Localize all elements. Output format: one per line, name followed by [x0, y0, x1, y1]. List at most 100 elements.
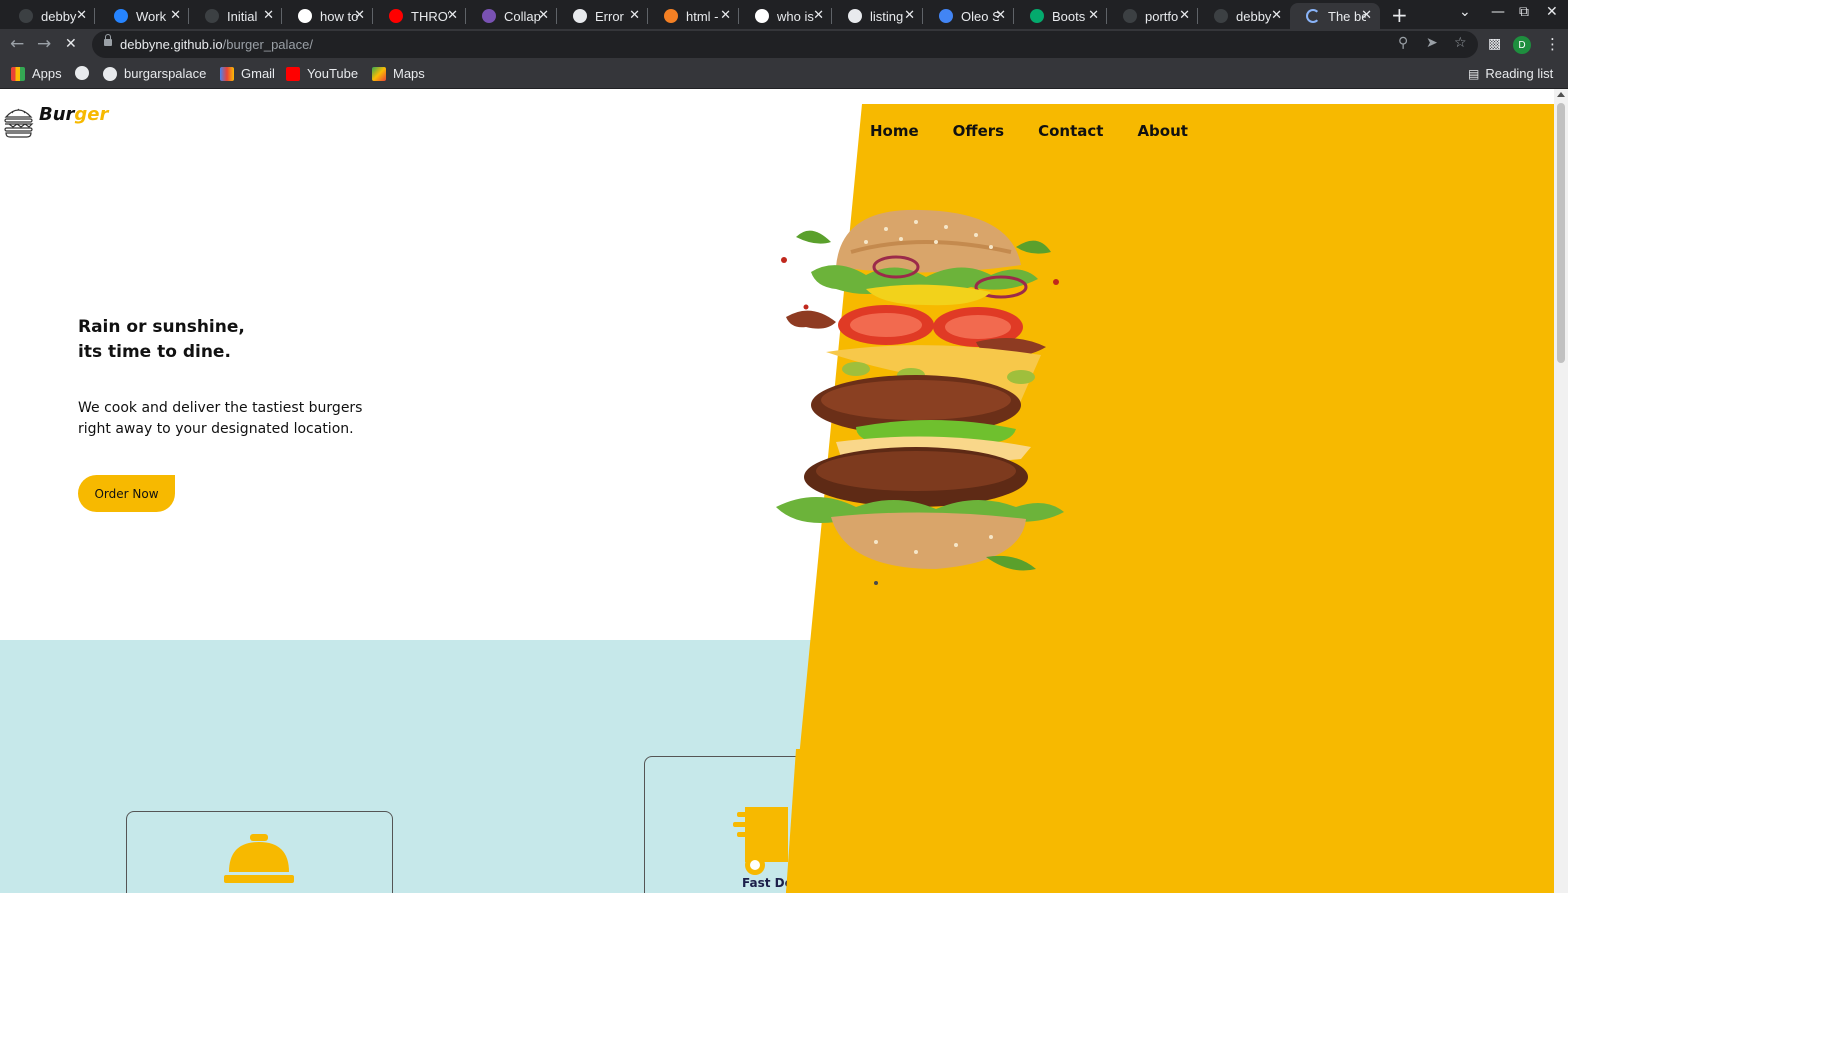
tab-title: Collap: [504, 8, 541, 24]
tab-title: portfo: [1145, 8, 1179, 24]
page-scrollbar[interactable]: [1554, 89, 1568, 893]
tab-title: Boots: [1052, 8, 1086, 24]
zoom-icon[interactable]: ⚲: [1398, 35, 1408, 51]
bookmark-star-icon[interactable]: ☆: [1454, 35, 1467, 51]
tab-separator: [94, 8, 95, 24]
bookmark-item[interactable]: [75, 66, 96, 80]
fast-delivery-label: Fast De: [742, 876, 793, 890]
bookmark-label: Gmail: [241, 66, 275, 81]
order-now-button[interactable]: Order Now: [78, 475, 175, 512]
web-page: Burger Home Offers Contact About Rain or…: [0, 89, 1568, 893]
tab-close-icon[interactable]: ✕: [263, 7, 274, 23]
tab-close-icon[interactable]: ✕: [447, 7, 458, 23]
stackoverflow-icon: [664, 9, 678, 23]
bookmark-item[interactable]: burgarspalace: [103, 66, 206, 81]
globe-icon: [848, 9, 862, 23]
tab-close-icon[interactable]: ✕: [629, 7, 640, 23]
address-bar[interactable]: debbyne.github.io/burger_palace/ ⚲ ➤ ☆: [92, 31, 1478, 58]
browser-tab[interactable]: who is ✕: [739, 3, 832, 29]
browser-tab[interactable]: The be ✕: [1290, 3, 1380, 29]
github-icon: [19, 9, 33, 23]
tab-title: Initial: [227, 8, 258, 24]
tab-close-icon[interactable]: ✕: [1271, 7, 1282, 23]
bookmark-item[interactable]: YouTube: [286, 66, 358, 81]
menu-dots-icon[interactable]: ⋮: [1545, 35, 1560, 53]
google-fonts-icon: [939, 9, 953, 23]
tab-close-icon[interactable]: ✕: [1361, 7, 1372, 23]
browser-tab[interactable]: listing ✕: [832, 3, 923, 29]
tab-close-icon[interactable]: ✕: [76, 7, 87, 23]
forward-button[interactable]: →: [37, 34, 51, 54]
google-icon: [298, 9, 312, 23]
profile-avatar[interactable]: D: [1513, 36, 1531, 54]
globe-icon: [75, 66, 89, 80]
tab-close-icon[interactable]: ✕: [170, 7, 181, 23]
scroll-thumb[interactable]: [1557, 103, 1565, 363]
bookmarks-bar: Apps burgarspalace Gmail YouTube Maps ▤ Read…: [0, 60, 1568, 89]
delivery-scooter-icon: [733, 807, 788, 875]
youtube-icon: [286, 66, 300, 81]
browser-tab[interactable]: Collap ✕: [466, 3, 557, 29]
logo-text: Burger: [39, 103, 109, 125]
google-icon: [755, 9, 769, 23]
browser-tab[interactable]: Boots ✕: [1014, 3, 1107, 29]
globe-icon: [573, 9, 587, 23]
minimize-button[interactable]: —: [1491, 4, 1505, 20]
reading-list-button[interactable]: ▤ Reading list: [1468, 66, 1553, 81]
nav-home[interactable]: Home: [870, 122, 919, 140]
github-icon: [1214, 9, 1228, 23]
browser-toolbar: ← → ✕ debbyne.github.io/burger_palace/ ⚲…: [0, 29, 1568, 60]
nav-offers[interactable]: Offers: [953, 122, 1004, 140]
tab-close-icon[interactable]: ✕: [995, 7, 1006, 23]
bookmark-item[interactable]: Gmail: [220, 66, 275, 81]
tab-title: Error: [595, 8, 624, 24]
browser-tab[interactable]: how to ✕: [282, 3, 373, 29]
close-window-button[interactable]: ✕: [1546, 4, 1558, 20]
new-tab-button[interactable]: +: [1391, 3, 1408, 27]
bookmark-label: Maps: [393, 66, 425, 81]
nav-about[interactable]: About: [1137, 122, 1188, 140]
browser-tab[interactable]: portfo ✕: [1107, 3, 1198, 29]
tab-title: html -: [686, 8, 719, 24]
browser-tab[interactable]: THROW✕: [373, 3, 466, 29]
browser-tab[interactable]: html - ✕: [648, 3, 739, 29]
browser-tab[interactable]: debby ✕: [3, 3, 95, 29]
github-icon: [205, 9, 219, 23]
bookmark-item[interactable]: Maps: [372, 66, 425, 81]
tab-title: debby: [41, 8, 77, 24]
browser-tab[interactable]: Initial ✕: [189, 3, 282, 29]
github-icon: [1123, 9, 1137, 23]
tab-close-icon[interactable]: ✕: [813, 7, 824, 23]
send-icon[interactable]: ➤: [1426, 35, 1438, 51]
github-icon: [103, 66, 117, 81]
tab-close-icon[interactable]: ✕: [904, 7, 915, 23]
hero-description-line1: We cook and deliver the tastiest burgers: [78, 400, 363, 416]
back-button[interactable]: ←: [10, 34, 24, 54]
tab-search-chevron-icon[interactable]: ⌄: [1459, 4, 1471, 20]
url-text: debbyne.github.io/burger_palace/: [120, 37, 313, 52]
tab-close-icon[interactable]: ✕: [538, 7, 549, 23]
browser-tab[interactable]: Work ✕: [98, 3, 189, 29]
tab-title: Work: [136, 8, 167, 24]
tab-title: how to: [320, 8, 358, 24]
tab-title: THROW: [411, 8, 449, 24]
tab-close-icon[interactable]: ✕: [1088, 7, 1099, 23]
hero-description: We cook and deliver the tastiest burgers…: [78, 398, 378, 440]
youtube-icon: [389, 9, 403, 23]
nav-contact[interactable]: Contact: [1038, 122, 1103, 140]
stop-loading-button[interactable]: ✕: [65, 36, 77, 52]
tab-close-icon[interactable]: ✕: [1179, 7, 1190, 23]
bookmark-label: burgarspalace: [124, 66, 207, 81]
extensions-puzzle-icon[interactable]: ▩: [1488, 36, 1501, 52]
browser-tab[interactable]: Error ✕: [557, 3, 648, 29]
browser-tab[interactable]: debby ✕: [1198, 3, 1290, 29]
site-logo[interactable]: Burger: [3, 103, 108, 139]
tab-close-icon[interactable]: ✕: [720, 7, 731, 23]
restore-button[interactable]: ⧉: [1519, 4, 1529, 20]
tab-title: who is: [777, 8, 814, 24]
hero-heading-line1: Rain or sunshine,: [78, 317, 245, 337]
tab-close-icon[interactable]: ✕: [354, 7, 365, 23]
bookmark-item[interactable]: Apps: [11, 66, 62, 81]
scroll-up-arrow-icon[interactable]: [1557, 92, 1565, 97]
browser-tab[interactable]: Oleo S ✕: [923, 3, 1014, 29]
